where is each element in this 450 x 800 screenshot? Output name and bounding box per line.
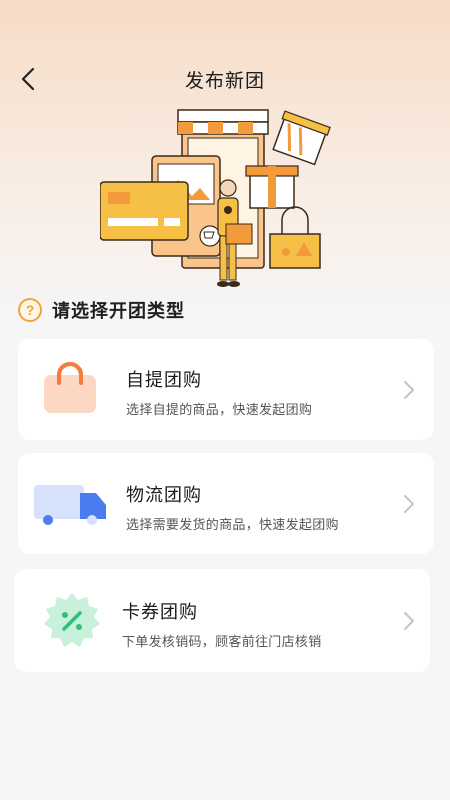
question-icon: ? <box>18 298 42 322</box>
section-header: ? 请选择开团类型 <box>18 296 185 324</box>
top-navigation-bar: 发布新团 <box>0 56 450 102</box>
option-title: 物流团购 <box>126 485 202 506</box>
option-subtitle: 下单发核销码，顾客前往门店核销 <box>122 635 322 650</box>
option-card-coupon[interactable]: 卡券团购 下单发核销码，顾客前往门店核销 <box>14 569 430 672</box>
coupon-badge-icon <box>44 593 100 647</box>
option-subtitle: 选择自提的商品，快速发起团购 <box>126 403 313 418</box>
shopping-bag-icon <box>44 362 96 413</box>
chevron-right-icon <box>404 612 414 630</box>
chevron-right-icon <box>404 381 414 399</box>
option-title: 卡券团购 <box>122 602 198 623</box>
chevron-right-icon <box>404 495 414 513</box>
option-card-logistics[interactable]: 物流团购 选择需要发货的商品，快速发起团购 <box>18 453 434 554</box>
option-subtitle: 选择需要发货的商品，快速发起团购 <box>126 518 339 533</box>
option-title: 自提团购 <box>126 370 202 391</box>
option-card-pickup[interactable]: 自提团购 选择自提的商品，快速发起团购 <box>18 339 434 440</box>
section-title: 请选择开团类型 <box>52 301 185 322</box>
page-title: 发布新团 <box>184 70 265 92</box>
shopping-illustration <box>100 109 331 287</box>
delivery-truck-icon <box>34 485 106 525</box>
